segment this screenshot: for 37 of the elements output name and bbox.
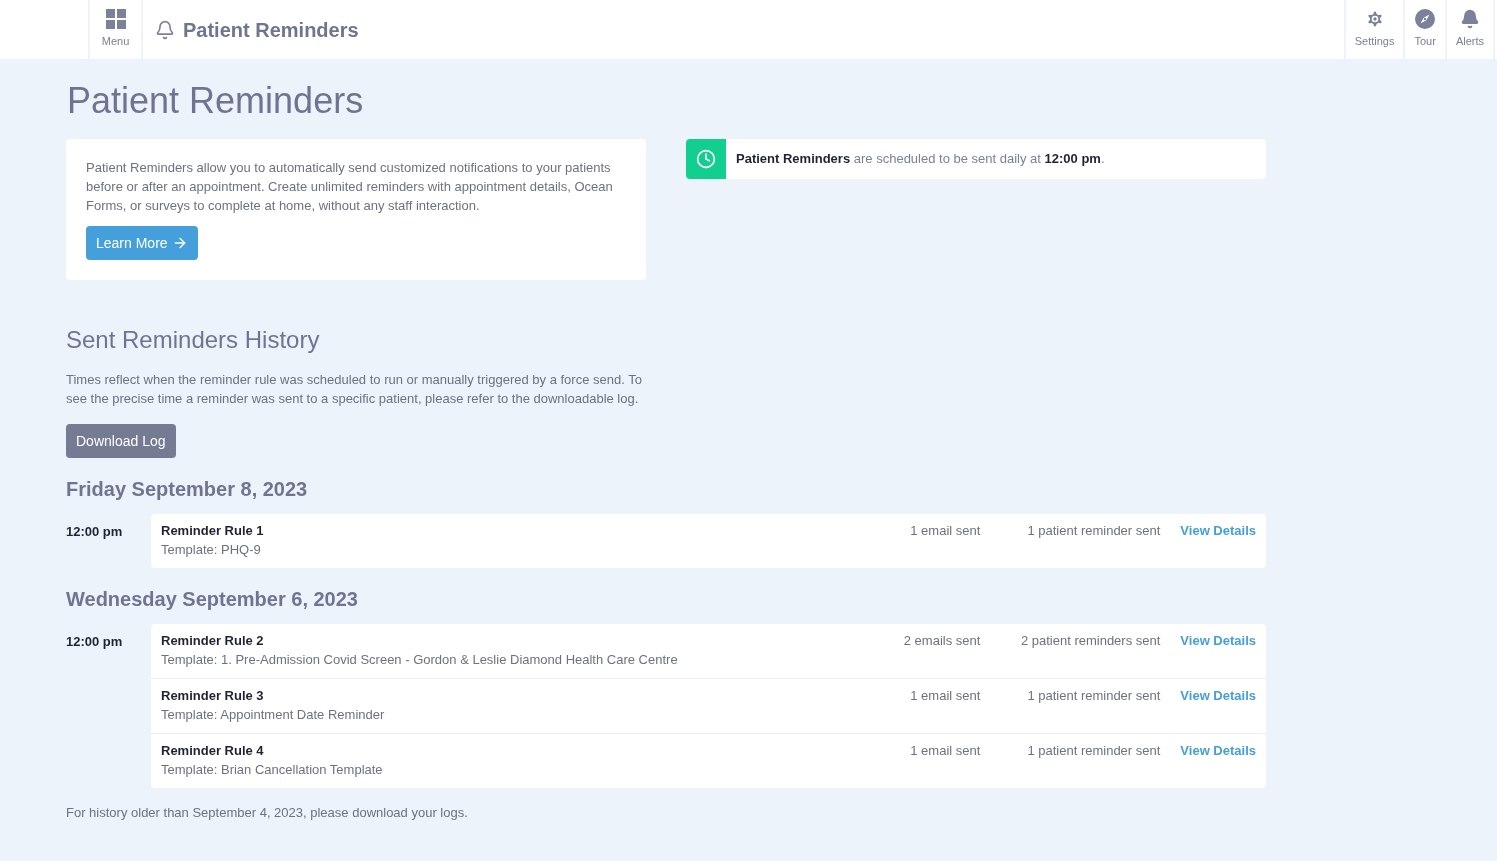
learn-more-button[interactable]: Learn More xyxy=(86,226,198,260)
download-log-button[interactable]: Download Log xyxy=(66,424,176,458)
intro-text: Patient Reminders allow you to automatically send customized notifications to your patients before or after an appointment. Create unlimited reminders with appointment details, Ocean Forms, or surveys to complete at home, without any staff interaction. xyxy=(86,159,614,215)
view-details-link[interactable]: View Details xyxy=(1180,631,1256,650)
rule-template: Template: Appointment Date Reminder xyxy=(161,706,386,724)
email-count: 1 email sent xyxy=(909,522,981,540)
time-label: 12:00 pm xyxy=(66,633,124,651)
section-title: Sent Reminders History xyxy=(66,325,321,355)
date-heading: Wednesday September 6, 2023 xyxy=(66,587,359,612)
rule-template: Template: PHQ-9 xyxy=(161,541,262,559)
view-details-link[interactable]: View Details xyxy=(1180,686,1256,705)
toolbar-button[interactable]: Tour xyxy=(1403,0,1445,59)
reminder-count: 1 patient reminder sent xyxy=(1026,522,1161,540)
schedule-text: Patient Reminders are scheduled to be sent daily at 12:00 pm. xyxy=(735,150,1105,169)
history-description: Times reflect when the reminder rule was scheduled to run or manually triggered by a force send. To see the precise time a reminder was sent to a specific patient, please refer to the downloadable log. xyxy=(66,371,643,408)
view-details-link[interactable]: View Details xyxy=(1180,521,1256,540)
rule-name: Reminder Rule 1 xyxy=(161,522,265,540)
reminder-count: 1 patient reminder sent xyxy=(1026,687,1161,705)
rule-template: Template: 1. Pre-Admission Covid Screen - Gordon & Leslie Diamond Health Care Centre xyxy=(161,651,679,669)
reminder-count: 2 patient reminders sent xyxy=(1019,632,1161,650)
history-footer: For history older than September 4, 2023, please download your logs. xyxy=(66,803,1266,823)
reminder-count: 1 patient reminder sent xyxy=(1026,742,1161,760)
email-count: 1 email sent xyxy=(909,742,981,760)
rule-name: Reminder Rule 2 xyxy=(161,632,265,650)
rule-name: Reminder Rule 4 xyxy=(161,742,265,760)
rule-name: Reminder Rule 3 xyxy=(161,687,265,705)
page-title: Patient Reminders xyxy=(67,83,365,119)
date-heading: Friday September 8, 2023 xyxy=(66,477,309,502)
email-count: 2 emails sent xyxy=(902,632,981,650)
menu-button[interactable]: Menu xyxy=(90,0,143,59)
time-label: 12:00 pm xyxy=(66,523,124,541)
rule-template: Template: Brian Cancellation Template xyxy=(161,761,384,779)
email-count: 1 email sent xyxy=(909,687,981,705)
view-details-link[interactable]: View Details xyxy=(1180,741,1256,760)
toolbar-button[interactable]: Alerts xyxy=(1444,0,1493,59)
app-title: Patient Reminders xyxy=(183,17,359,43)
toolbar-button[interactable]: Settings xyxy=(1343,0,1404,59)
